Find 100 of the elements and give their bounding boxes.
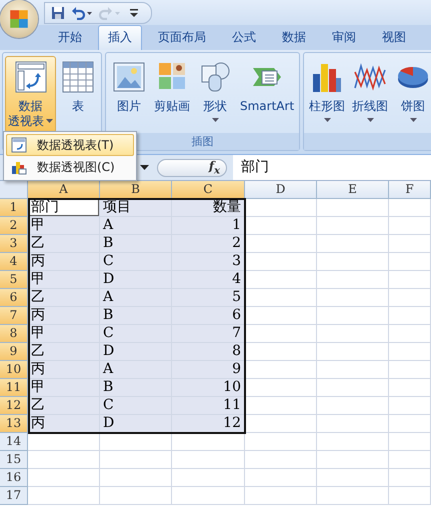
table-cell: B <box>100 379 172 397</box>
ribbon-button[interactable]: 饼图 <box>392 56 431 130</box>
column-header[interactable]: C <box>172 181 245 199</box>
row-header[interactable]: 6 <box>0 289 28 307</box>
empty-cell <box>317 217 389 235</box>
row-header[interactable]: 8 <box>0 325 28 343</box>
table-icon <box>61 60 95 94</box>
ribbon-tab[interactable]: 插入 <box>98 25 142 50</box>
table-cell: 1 <box>172 217 245 235</box>
ribbon-button[interactable]: 剪贴画 <box>151 56 193 130</box>
column-header[interactable]: E <box>317 181 389 199</box>
row-header[interactable]: 3 <box>0 235 28 253</box>
row-header[interactable]: 12 <box>0 397 28 415</box>
empty-cell <box>389 469 431 487</box>
table-cell: 丙 <box>28 253 100 271</box>
empty-cell <box>317 487 389 505</box>
row-header[interactable]: 4 <box>0 253 28 271</box>
table-cell: A <box>100 361 172 379</box>
empty-cell <box>317 235 389 253</box>
office-logo-icon <box>8 8 30 30</box>
column-header[interactable]: A <box>28 181 100 199</box>
empty-cell <box>389 325 431 343</box>
caret-icon[interactable] <box>140 164 149 170</box>
table-cell: 乙 <box>28 235 100 253</box>
empty-cell <box>389 217 431 235</box>
column-header[interactable]: F <box>389 181 431 199</box>
empty-cell <box>389 253 431 271</box>
empty-cell <box>100 469 172 487</box>
empty-cell <box>389 379 431 397</box>
row-header[interactable]: 11 <box>0 379 28 397</box>
table-cell: 乙 <box>28 397 100 415</box>
table-cell: 乙 <box>28 343 100 361</box>
empty-cell <box>100 487 172 505</box>
undo-icon[interactable] <box>71 6 93 20</box>
row-header[interactable]: 15 <box>0 451 28 469</box>
table-cell: 甲 <box>28 217 100 235</box>
ribbon-tab[interactable]: 页面布局 <box>148 25 216 50</box>
ribbon-button[interactable]: 图片 <box>108 56 150 130</box>
ribbon-button[interactable]: 柱形图 <box>306 56 348 130</box>
empty-cell <box>317 199 389 217</box>
ribbon-button[interactable]: 数据 透视表 <box>5 56 56 133</box>
empty-cell <box>245 433 317 451</box>
row-header[interactable]: 2 <box>0 217 28 235</box>
row-header[interactable]: 9 <box>0 343 28 361</box>
ribbon-tab[interactable]: 数据 <box>272 25 316 50</box>
empty-cell <box>389 271 431 289</box>
ribbon-button[interactable]: SmartArt <box>237 56 298 130</box>
table-cell: B <box>100 235 172 253</box>
ribbon-tab[interactable]: 公式 <box>222 25 266 50</box>
formula-input[interactable]: 部门 <box>233 155 431 180</box>
table-cell: C <box>100 397 172 415</box>
group-label: 插图 <box>192 134 214 149</box>
menu-item[interactable]: 数据透视表(T) <box>6 134 134 156</box>
empty-cell <box>317 343 389 361</box>
table-cell: 10 <box>172 379 245 397</box>
ribbon-tab[interactable]: 开始 <box>48 25 92 50</box>
empty-cell <box>389 199 431 217</box>
row-header[interactable]: 17 <box>0 487 28 505</box>
empty-cell <box>317 451 389 469</box>
ribbon-tab[interactable]: 审阅 <box>322 25 366 50</box>
empty-cell <box>389 289 431 307</box>
chart-icon <box>11 159 27 175</box>
empty-cell <box>317 271 389 289</box>
table-cell: D <box>100 271 172 289</box>
table-cell: 甲 <box>28 271 100 289</box>
empty-cell <box>389 415 431 433</box>
ribbon-button[interactable]: 折线图 <box>349 56 392 130</box>
table-cell: A <box>100 217 172 235</box>
table-cell: 甲 <box>28 379 100 397</box>
row-header[interactable]: 5 <box>0 271 28 289</box>
row-header[interactable]: 7 <box>0 307 28 325</box>
row-header[interactable]: 13 <box>0 415 28 433</box>
empty-cell <box>389 433 431 451</box>
table-cell: 丙 <box>28 307 100 325</box>
table-cell: 部门 <box>28 199 100 217</box>
row-header[interactable]: 1 <box>0 199 28 217</box>
row-header[interactable]: 16 <box>0 469 28 487</box>
table-cell: 5 <box>172 289 245 307</box>
empty-cell <box>389 451 431 469</box>
ribbon-button[interactable]: 形状 <box>194 56 236 130</box>
ribbon-tab[interactable]: 视图 <box>372 25 416 50</box>
insert-function-button[interactable]: f$_{x}$ <box>208 158 220 176</box>
column-header[interactable]: D <box>245 181 317 199</box>
row-header[interactable]: 14 <box>0 433 28 451</box>
empty-cell <box>317 469 389 487</box>
table-cell: 6 <box>172 307 245 325</box>
empty-cell <box>317 397 389 415</box>
save-icon[interactable] <box>51 6 65 20</box>
table-cell: 7 <box>172 325 245 343</box>
row-header[interactable]: 10 <box>0 361 28 379</box>
table-cell: 乙 <box>28 289 100 307</box>
table-cell: 3 <box>172 253 245 271</box>
ribbon-button[interactable]: 表 <box>57 56 99 133</box>
empty-cell <box>389 307 431 325</box>
table-cell: 甲 <box>28 325 100 343</box>
column-header[interactable]: B <box>100 181 172 199</box>
table-cell: D <box>100 415 172 433</box>
table-cell: A <box>100 289 172 307</box>
table-cell: 9 <box>172 361 245 379</box>
menu-item[interactable]: 数据透视图(C) <box>6 156 134 178</box>
